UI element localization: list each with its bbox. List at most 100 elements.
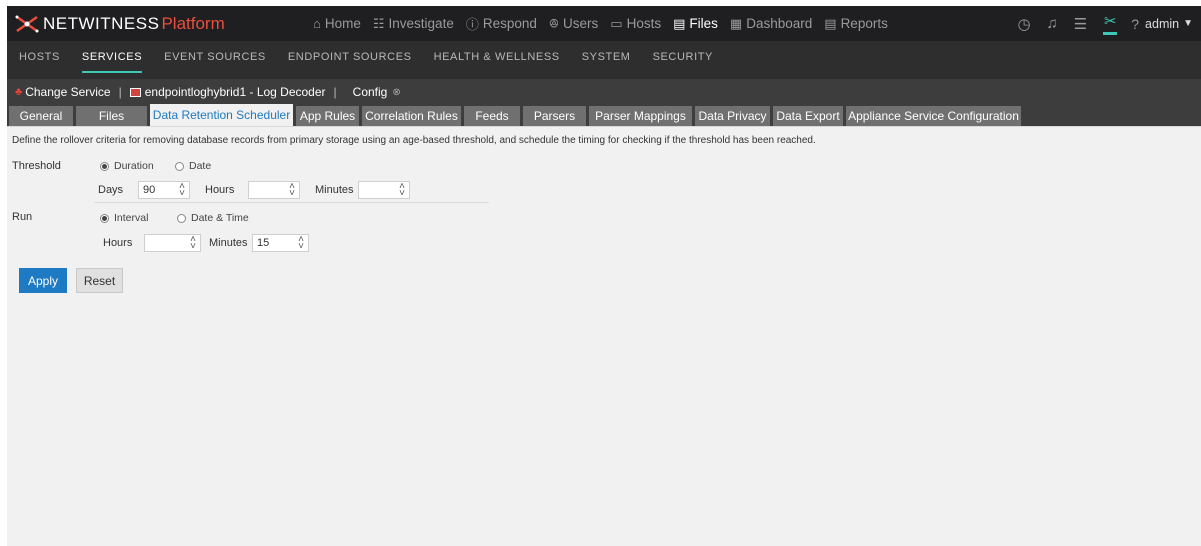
tab-files[interactable]: Files — [76, 106, 147, 126]
home-icon: ⌂ — [313, 16, 321, 31]
tab-data-retention-scheduler[interactable]: Data Retention Scheduler — [150, 104, 293, 126]
spinner-arrows-icon[interactable]: ˄ ˅ — [190, 235, 196, 252]
radio-unselected-icon — [177, 213, 186, 223]
threshold-date-radio[interactable]: Date — [175, 160, 211, 172]
user-name: admin — [1145, 16, 1180, 31]
days-label: Days — [98, 184, 124, 196]
tab-feeds[interactable]: Feeds — [464, 106, 520, 126]
right-toolbar: ◷ ♫ ☰ ✂ ? admin ▼ — [1001, 6, 1193, 41]
hours-spinner[interactable]: ˄ ˅ — [248, 181, 300, 199]
nav-dashboard[interactable]: ▦ Dashboard — [730, 16, 812, 32]
radio-label: Duration — [114, 160, 154, 172]
days-value: 90 — [143, 184, 156, 196]
radio-selected-icon — [100, 161, 109, 171]
subnav-hosts[interactable]: HOSTS — [19, 41, 60, 79]
tab-data-export[interactable]: Data Export — [773, 106, 843, 126]
apply-button[interactable]: Apply — [19, 268, 67, 293]
config-menu[interactable]: Config ⊗ — [353, 85, 401, 99]
config-label: Config — [352, 85, 388, 99]
run-datetime-radio[interactable]: Date & Time — [177, 212, 249, 224]
run-interval-radio[interactable]: Interval — [100, 212, 148, 224]
tab-appliance-service-configuration[interactable]: Appliance Service Configuration — [846, 106, 1021, 126]
app-window: NETWITNESS Platform ⌂ Home ☷ Investigate ⓘ Re… — [7, 6, 1201, 546]
nav-label: Home — [324, 16, 361, 31]
divider — [94, 202, 489, 203]
chevron-down-icon: ⊗ — [392, 86, 401, 98]
logo-platform-text: Platform — [161, 13, 225, 33]
radio-label: Date & Time — [191, 212, 249, 224]
logo[interactable]: NETWITNESS Platform — [7, 13, 307, 35]
nav-label: Files — [689, 16, 718, 31]
tasks-icon[interactable]: ☰ — [1074, 15, 1087, 33]
nav-label: Hosts — [626, 16, 662, 31]
subnav-system[interactable]: SYSTEM — [582, 41, 631, 79]
run-hours-spinner[interactable]: ˄ ˅ — [144, 234, 201, 252]
spinner-arrows-icon[interactable]: ˄ ˅ — [399, 182, 405, 199]
nav-label: Investigate — [388, 16, 454, 31]
nav-hosts[interactable]: ▭ Hosts — [610, 16, 661, 32]
bell-icon[interactable]: ♫ — [1047, 15, 1058, 32]
nav-home[interactable]: ⌂ Home — [313, 16, 361, 31]
days-spinner[interactable]: 90 ˄ ˅ — [138, 181, 190, 199]
radio-unselected-icon — [175, 161, 184, 171]
threshold-label: Threshold — [12, 160, 61, 172]
tab-data-privacy[interactable]: Data Privacy — [695, 106, 770, 126]
minutes-spinner[interactable]: ˄ ˅ — [358, 181, 410, 199]
tab-correlation-rules[interactable]: Correlation Rules — [362, 106, 461, 126]
files-icon: ▤ — [673, 15, 686, 31]
help-icon[interactable]: ? — [1131, 16, 1139, 32]
spinner-arrows-icon[interactable]: ˄ ˅ — [179, 182, 185, 199]
dashboard-icon: ▦ — [729, 15, 743, 31]
nav-investigate[interactable]: ☷ Investigate — [373, 16, 454, 32]
netwitness-logo-icon — [15, 15, 39, 32]
nav-label: Reports — [840, 16, 888, 31]
subnav-health-wellness[interactable]: HEALTH & WELLNESS — [434, 41, 560, 79]
hosts-icon: ▭ — [610, 15, 623, 31]
nav-label: Dashboard — [746, 16, 813, 31]
hours-label: Hours — [205, 184, 235, 196]
service-name[interactable]: endpointloghybrid1 - Log Decoder — [145, 85, 326, 99]
nav-respond[interactable]: ⓘ Respond — [466, 14, 537, 33]
nav-users[interactable]: ꔮ Users — [549, 16, 598, 32]
spinner-arrows-icon[interactable]: ˄ ˅ — [289, 182, 295, 199]
radio-label: Date — [189, 160, 212, 172]
respond-icon: ⓘ — [465, 17, 479, 32]
run-hours-label: Hours — [103, 237, 133, 249]
admin-tools-icon[interactable]: ✂ — [1103, 12, 1118, 35]
timer-icon[interactable]: ◷ — [1017, 15, 1030, 33]
change-service-icon[interactable]: ♣ — [15, 86, 22, 98]
nav-label: Users — [563, 16, 599, 31]
description-text: Define the rollover criteria for removin… — [12, 135, 816, 146]
log-decoder-icon — [129, 87, 141, 97]
nav-files[interactable]: ▤ Files — [673, 16, 718, 32]
spinner-arrows-icon[interactable]: ˄ ˅ — [298, 235, 304, 252]
run-minutes-value: 15 — [257, 237, 270, 249]
user-menu[interactable]: ? admin ▼ — [1131, 16, 1193, 32]
nav-label: Respond — [482, 16, 537, 31]
run-minutes-label: Minutes — [209, 237, 248, 249]
subnav-services[interactable]: SERVICES — [81, 41, 143, 79]
reset-button[interactable]: Reset — [76, 268, 123, 293]
tab-parser-mappings[interactable]: Parser Mappings — [589, 106, 692, 126]
service-bar: ♣ Change Service | endpointloghybrid1 - … — [7, 79, 1201, 105]
tab-parsers[interactable]: Parsers — [523, 106, 586, 126]
investigate-icon: ☷ — [372, 15, 385, 31]
threshold-duration-radio[interactable]: Duration — [100, 160, 154, 172]
change-service-link[interactable]: Change Service — [25, 85, 110, 99]
subnav-security[interactable]: SECURITY — [653, 41, 713, 79]
chevron-down-icon: ▼ — [1183, 18, 1193, 29]
tab-general[interactable]: General — [9, 106, 73, 126]
radio-selected-icon — [100, 213, 109, 223]
run-minutes-spinner[interactable]: 15 ˄ ˅ — [252, 234, 309, 252]
users-icon: ꔮ — [548, 15, 560, 31]
tab-app-rules[interactable]: App Rules — [296, 106, 359, 126]
radio-label: Interval — [114, 212, 149, 224]
subnav-event-sources[interactable]: EVENT SOURCES — [164, 41, 266, 79]
subnav-endpoint-sources[interactable]: ENDPOINT SOURCES — [288, 41, 412, 79]
reports-icon: ▤ — [824, 15, 837, 31]
minutes-label: Minutes — [315, 184, 354, 196]
top-bar: NETWITNESS Platform ⌂ Home ☷ Investigate ⓘ Re… — [7, 6, 1201, 41]
logo-text: NETWITNESS — [43, 13, 160, 33]
separator: | — [333, 85, 337, 99]
nav-reports[interactable]: ▤ Reports — [824, 16, 888, 32]
